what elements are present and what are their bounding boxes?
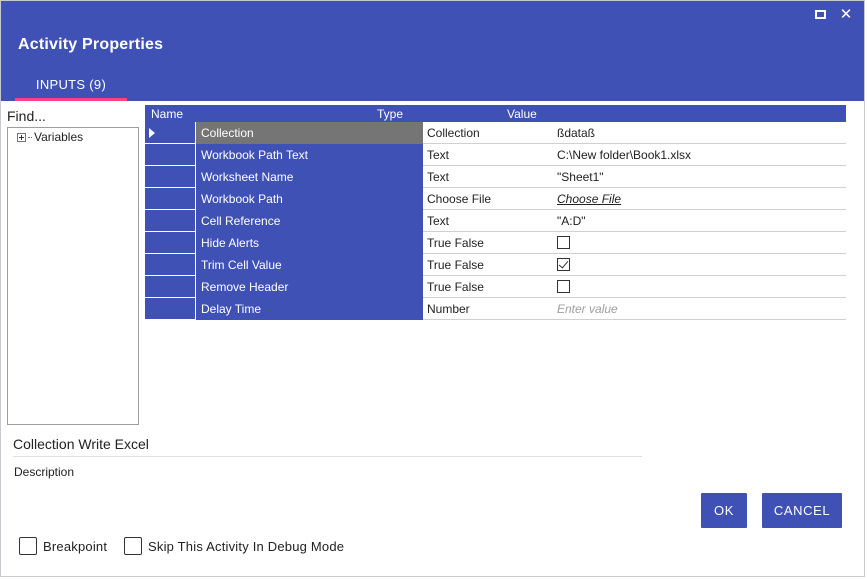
property-name: Hide Alerts — [195, 231, 423, 254]
property-type: True False — [427, 235, 484, 250]
property-type: True False — [427, 257, 484, 272]
divider — [13, 456, 642, 457]
breakpoint-label: Breakpoint — [43, 538, 108, 554]
value-text[interactable]: "A:D" — [557, 214, 586, 228]
tree-item-label: Variables — [34, 130, 84, 144]
row-selector[interactable] — [145, 209, 195, 232]
properties-grid: Name Type Value Collection Collection ßdat… — [145, 105, 846, 320]
property-value[interactable]: ßdataß — [553, 122, 846, 144]
expand-plus-icon[interactable] — [17, 132, 26, 142]
property-value[interactable] — [553, 254, 846, 276]
row-selector[interactable] — [145, 165, 195, 188]
skip-debug-checkbox[interactable] — [124, 537, 142, 555]
grid-header: Name Type Value — [145, 105, 846, 122]
close-icon[interactable]: ✕ — [837, 5, 855, 23]
property-type: Choose File — [427, 191, 492, 206]
dialog-title: Activity Properties — [18, 36, 164, 53]
table-row[interactable]: Cell Reference Text "A:D" — [145, 209, 846, 232]
property-type: Text — [427, 147, 450, 162]
property-name: Remove Header — [195, 275, 423, 298]
property-type: Text — [427, 213, 450, 228]
property-value[interactable]: Choose File — [553, 188, 846, 210]
tab-inputs[interactable]: INPUTS (9) — [15, 67, 127, 101]
row-selector[interactable] — [145, 143, 195, 166]
grid-body: Collection Collection ßdataß Workbook Path … — [145, 121, 846, 320]
value-text[interactable]: "Sheet1" — [557, 170, 604, 184]
value-text[interactable]: C:\New folder\Book1.xlsx — [557, 148, 691, 162]
header-type: Type — [377, 106, 404, 121]
tree-item-variables[interactable]: Variables — [17, 130, 83, 144]
choose-file-link[interactable]: Choose File — [557, 192, 621, 206]
activity-properties-dialog: ✕ Activity Properties INPUTS (9) Variabl… — [0, 0, 865, 577]
property-value[interactable] — [553, 232, 846, 254]
table-row[interactable]: Workbook Path Text Text C:\New folder\Book… — [145, 143, 846, 166]
table-row[interactable]: Remove Header True False — [145, 275, 846, 298]
ok-button[interactable]: OK — [701, 493, 747, 528]
table-row[interactable]: Hide Alerts True False — [145, 231, 846, 254]
property-name: Workbook Path Text — [195, 143, 423, 166]
row-selector[interactable] — [145, 275, 195, 298]
property-name: Delay Time — [195, 297, 423, 320]
unchecked-checkbox[interactable] — [557, 236, 570, 249]
property-value[interactable]: "A:D" — [553, 210, 846, 232]
header-name: Name — [151, 106, 184, 121]
tab-indicator — [15, 98, 127, 101]
unchecked-checkbox[interactable] — [557, 280, 570, 293]
table-row[interactable]: Workbook Path Choose File Choose File — [145, 187, 846, 210]
row-selector[interactable] — [145, 231, 195, 254]
table-row[interactable]: Trim Cell Value True False — [145, 253, 846, 276]
property-value[interactable]: Enter value — [553, 298, 846, 320]
property-type: Number — [427, 301, 470, 316]
property-name: Trim Cell Value — [195, 253, 423, 276]
property-value[interactable]: C:\New folder\Book1.xlsx — [553, 144, 846, 166]
description-label: Description — [14, 465, 75, 479]
cancel-button[interactable]: CANCEL — [762, 493, 842, 528]
value-text[interactable]: ßdataß — [557, 126, 595, 140]
property-name: Worksheet Name — [195, 165, 423, 188]
breakpoint-option[interactable]: Breakpoint — [19, 537, 107, 555]
checked-checkbox[interactable] — [557, 258, 570, 271]
table-row[interactable]: Delay Time Number Enter value — [145, 297, 846, 320]
row-selector[interactable] — [145, 297, 195, 320]
tree-connector — [28, 136, 32, 138]
activity-name: Collection Write Excel — [13, 436, 149, 452]
table-row[interactable]: Worksheet Name Text "Sheet1" — [145, 165, 846, 188]
skip-debug-option[interactable]: Skip This Activity In Debug Mode — [124, 537, 344, 555]
property-type: True False — [427, 279, 484, 294]
breakpoint-checkbox[interactable] — [19, 537, 37, 555]
property-value[interactable]: "Sheet1" — [553, 166, 846, 188]
row-selector[interactable] — [145, 253, 195, 276]
variables-tree: Variables — [7, 127, 139, 425]
property-type: Text — [427, 169, 450, 184]
skip-debug-label: Skip This Activity In Debug Mode — [148, 538, 345, 554]
row-selector[interactable] — [145, 187, 195, 210]
property-name: Cell Reference — [195, 209, 423, 232]
header-value: Value — [507, 106, 537, 121]
property-name: Workbook Path — [195, 187, 423, 210]
property-name: Collection — [195, 121, 423, 144]
property-type: Collection — [427, 125, 480, 140]
dialog-header: ✕ Activity Properties INPUTS (9) — [1, 1, 864, 101]
row-selector-arrow-icon[interactable] — [145, 121, 195, 144]
table-row[interactable]: Collection Collection ßdataß — [145, 121, 846, 144]
value-placeholder[interactable]: Enter value — [557, 302, 618, 316]
maximize-icon[interactable] — [811, 5, 829, 23]
property-value[interactable] — [553, 276, 846, 298]
